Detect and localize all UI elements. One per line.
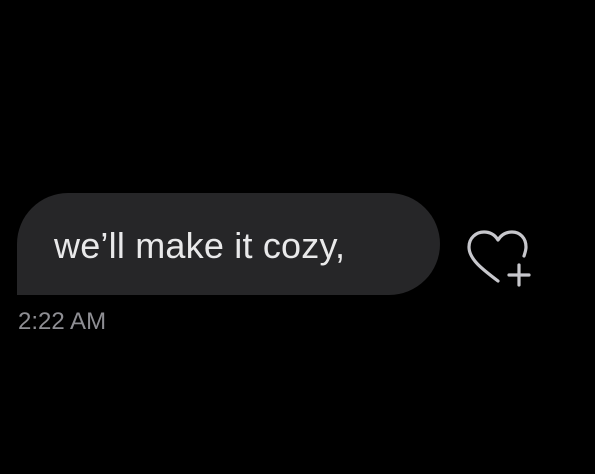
add-reaction-button[interactable] — [463, 228, 537, 290]
message-text: we’ll make it cozy, — [54, 225, 346, 266]
chat-screen: we’ll make it cozy, 2:22 AM — [0, 0, 595, 474]
message-timestamp: 2:22 AM — [18, 308, 107, 335]
message-bubble[interactable]: we’ll make it cozy, — [17, 193, 440, 295]
heart-plus-icon — [463, 228, 537, 290]
